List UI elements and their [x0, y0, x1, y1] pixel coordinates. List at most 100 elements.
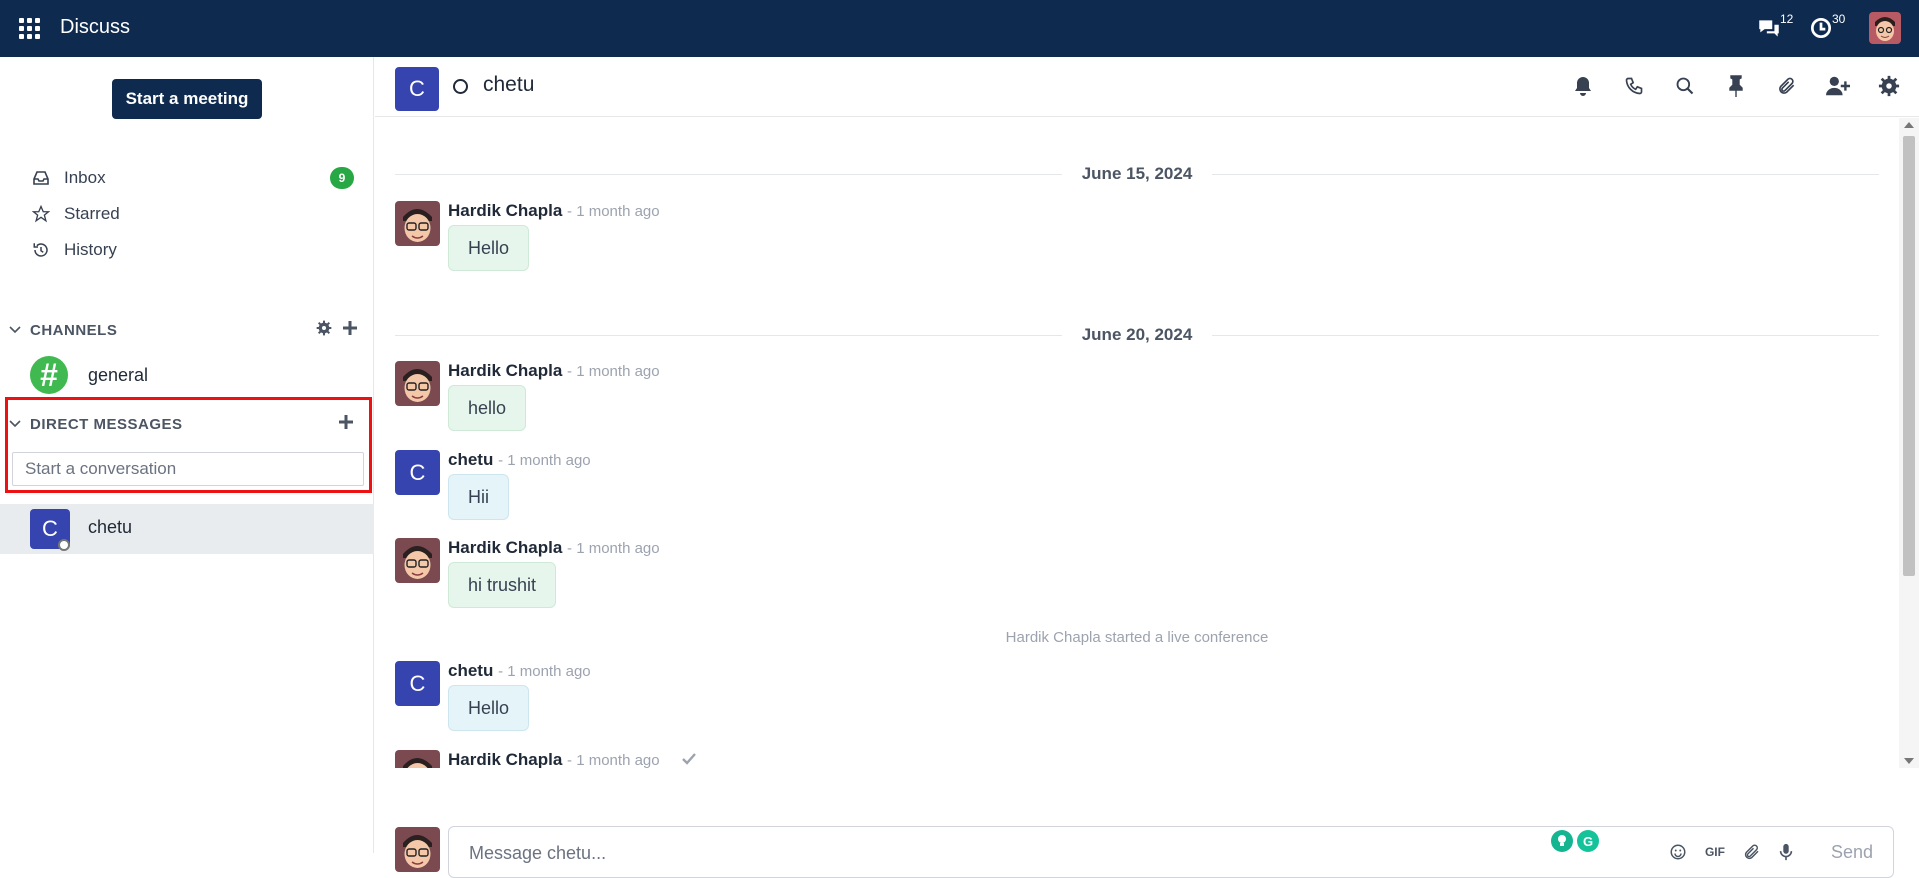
channels-section-toggle[interactable]: CHANNELS: [8, 319, 117, 341]
avatar[interactable]: [395, 538, 440, 583]
message-bubble: hi trushit: [448, 562, 557, 608]
notification-bell-icon[interactable]: [1571, 74, 1595, 98]
messages-icon[interactable]: 12: [1756, 12, 1793, 43]
author-name: chetu: [448, 661, 494, 680]
avatar[interactable]: [395, 201, 440, 246]
system-notification: Hardik Chapla started a live conference: [1005, 629, 1269, 646]
phone-call-icon[interactable]: [1622, 74, 1646, 98]
date-label: June 20, 2024: [1081, 325, 1193, 344]
sidebar: Start a meeting Inbox 9 Starred History …: [0, 57, 374, 853]
activity-clock-icon[interactable]: 30: [1808, 12, 1845, 43]
direct-messages-heading: DIRECT MESSAGES: [30, 415, 183, 433]
message-timestamp: - 1 month ago: [498, 452, 591, 469]
author-name: Hardik Chapla: [448, 750, 563, 768]
message-bubble: Hii: [448, 474, 509, 520]
avatar-initial: C: [409, 670, 426, 696]
search-icon[interactable]: [1673, 74, 1697, 98]
offline-status-icon: [453, 79, 468, 94]
pin-icon[interactable]: [1724, 74, 1748, 98]
avatar[interactable]: [395, 361, 440, 406]
user-avatar[interactable]: [1869, 12, 1901, 44]
date-label: June 15, 2024: [1081, 164, 1193, 183]
avatar-initial: C: [409, 459, 426, 485]
settings-gear-icon[interactable]: [1877, 74, 1901, 98]
composer-box: GIF Send: [448, 826, 1894, 878]
message-bubble: Hello: [448, 685, 530, 731]
top-navbar: Discuss 12 30: [0, 0, 1919, 57]
add-user-icon[interactable]: [1826, 74, 1850, 98]
app-title[interactable]: Discuss: [60, 16, 130, 39]
author-name: Hardik Chapla: [448, 201, 563, 220]
inbox-icon: [30, 167, 52, 189]
channel-name: general: [88, 364, 149, 385]
channel-item-general[interactable]: # general: [0, 351, 374, 399]
attach-paperclip-icon[interactable]: [1743, 840, 1761, 864]
history-icon: [30, 239, 52, 261]
avatar[interactable]: C: [395, 661, 440, 706]
message-input[interactable]: [469, 839, 1469, 867]
avatar[interactable]: [395, 750, 440, 768]
direct-messages-section-toggle[interactable]: DIRECT MESSAGES: [8, 413, 183, 435]
message-bubble: Hello: [448, 225, 530, 271]
message-author[interactable]: chetu - 1 month ago: [448, 661, 591, 681]
messages-count-badge: 12: [1780, 12, 1794, 26]
channels-heading: CHANNELS: [30, 321, 118, 339]
hash-icon: #: [30, 356, 68, 394]
star-icon: [30, 203, 52, 225]
message-timestamp: - 1 month ago: [567, 363, 660, 380]
scroll-up-arrow-icon[interactable]: [1904, 122, 1914, 128]
message-author[interactable]: Hardik Chapla - 1 month ago: [448, 750, 697, 768]
thread-scrollbar[interactable]: [1899, 118, 1919, 768]
message-author[interactable]: Hardik Chapla - 1 month ago: [448, 361, 660, 381]
avatar-initial: C: [42, 516, 58, 541]
send-button[interactable]: Send: [1831, 840, 1873, 864]
apps-menu-icon[interactable]: [19, 18, 41, 40]
message-thread[interactable]: June 15, 2024 Hardik Chapla - 1 month ag…: [375, 118, 1899, 768]
message-author[interactable]: chetu - 1 month ago: [448, 450, 591, 470]
message-bubble: hello: [448, 385, 527, 431]
attachment-paperclip-icon[interactable]: [1775, 74, 1799, 98]
avatar: [395, 827, 440, 872]
date-separator: June 15, 2024: [395, 164, 1880, 184]
scroll-down-arrow-icon[interactable]: [1904, 758, 1914, 764]
emoji-icon[interactable]: [1669, 840, 1687, 864]
sidebar-item-starred[interactable]: Starred: [30, 199, 120, 229]
sidebar-item-history[interactable]: History: [30, 235, 117, 265]
checkmark-icon: [682, 750, 697, 768]
offline-status-icon: [58, 539, 70, 551]
message-timestamp: - 1 month ago: [567, 752, 660, 768]
activities-count-badge: 30: [1832, 12, 1846, 26]
dm-item-chetu[interactable]: C chetu: [0, 504, 374, 554]
message-author[interactable]: Hardik Chapla - 1 month ago: [448, 201, 660, 221]
start-meeting-button[interactable]: Start a meeting: [112, 79, 262, 119]
message-timestamp: - 1 month ago: [567, 540, 660, 557]
message-composer: GIF Send G: [375, 768, 1919, 878]
author-name: Hardik Chapla: [448, 538, 563, 557]
inbox-count-badge: 9: [330, 167, 354, 189]
avatar: C: [395, 67, 439, 111]
message-timestamp: - 1 month ago: [567, 203, 660, 220]
channels-settings-gear-icon[interactable]: [315, 319, 333, 337]
message-timestamp: - 1 month ago: [498, 663, 591, 680]
grammarly-widget[interactable]: G: [1551, 830, 1599, 852]
microphone-icon[interactable]: [1779, 840, 1793, 864]
sidebar-item-inbox[interactable]: Inbox: [30, 163, 106, 193]
message-author[interactable]: Hardik Chapla - 1 month ago: [448, 538, 660, 558]
lightbulb-icon[interactable]: [1551, 830, 1573, 852]
dm-name: chetu: [88, 517, 133, 537]
sidebar-item-label: History: [64, 240, 117, 259]
add-direct-message-plus-icon[interactable]: [337, 413, 355, 431]
author-name: chetu: [448, 450, 494, 469]
chevron-down-icon: [9, 420, 21, 428]
author-name: Hardik Chapla: [448, 361, 563, 380]
chat-title[interactable]: chetu: [483, 73, 534, 97]
chevron-down-icon: [9, 326, 21, 334]
avatar[interactable]: C: [395, 450, 440, 495]
grammarly-logo-icon[interactable]: G: [1577, 830, 1599, 852]
gif-button[interactable]: GIF: [1705, 840, 1725, 864]
start-conversation-input[interactable]: [12, 452, 364, 486]
add-channel-plus-icon[interactable]: [341, 319, 359, 337]
scrollbar-thumb[interactable]: [1903, 136, 1915, 576]
sidebar-item-label: Inbox: [64, 168, 106, 187]
date-separator: June 20, 2024: [395, 325, 1880, 345]
